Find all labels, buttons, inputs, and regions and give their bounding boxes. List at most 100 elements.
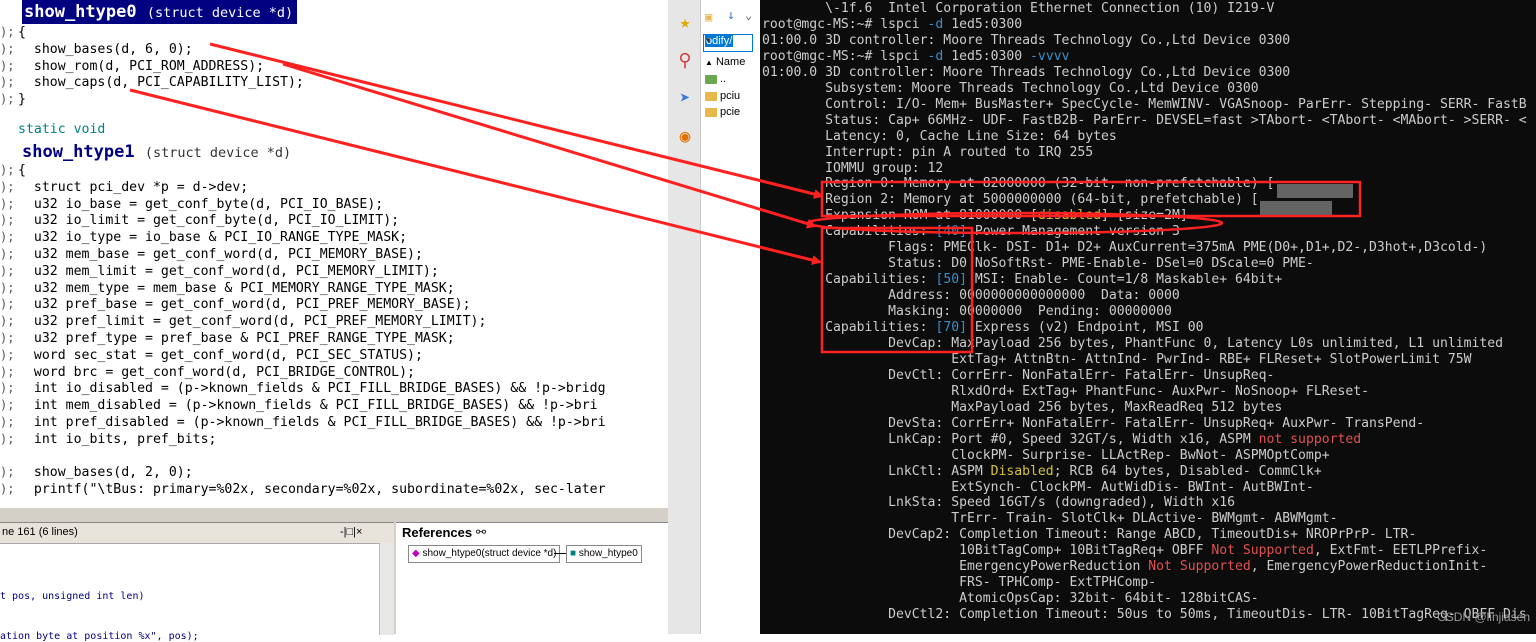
references-panel[interactable]: References ⚯ ◆ show_htype0(struct device… (396, 522, 668, 635)
function-header-show-htype0[interactable]: show_htype0 (struct device *d) (22, 0, 298, 24)
line-number: ); (0, 381, 15, 396)
terminal-line: LnkCap: Port #0, Speed 32GT/s, Width x16… (762, 431, 1362, 447)
code-line[interactable] (0, 448, 668, 465)
address-bar[interactable]: odify/▾ (703, 34, 753, 52)
code-line[interactable]: ); u32 pref_base = get_conf_word(d, PCI_… (0, 296, 668, 313)
line-number: ); (0, 364, 15, 379)
line-number: ); (0, 75, 15, 90)
middle-strip: ★ ⚲ ➤ ◉ ▣ ↓ ⌄ odify/▾ ▲ Name .. pciu pci… (668, 0, 760, 634)
terminal-line: LnkCtl: ASPM Disabled; RCB 64 bytes, Dis… (762, 463, 1322, 479)
code-line[interactable]: ); show_caps(d, PCI_CAPABILITY_LIST); (0, 74, 668, 91)
code-text: word brc = get_conf_word(d, PCI_BRIDGE_C… (18, 364, 415, 380)
terminal-line: FRS- TPHComp- ExtTPHComp- (762, 575, 1157, 591)
star-icon[interactable]: ★ (674, 12, 696, 34)
code-line[interactable]: ); show_bases(d, 2, 0); (0, 464, 668, 481)
code-line[interactable]: ); word sec_stat = get_conf_word(d, PCI_… (0, 347, 668, 364)
function-name: show_htype1 (22, 142, 135, 162)
function-args: (struct device *d) (146, 5, 294, 21)
terminal-line: RlxdOrd+ ExtTag+ PhantFunc- AuxPwr- NoSn… (762, 383, 1369, 399)
download-icon[interactable]: ↓ (727, 8, 735, 23)
line-number: ); (0, 230, 15, 245)
code-text: u32 pref_base = get_conf_word(d, PCI_PRE… (18, 297, 471, 313)
code-line[interactable]: );} (0, 91, 668, 108)
line-number: ); (0, 297, 15, 312)
code-line[interactable]: );{ (0, 24, 668, 41)
code-text: u32 io_type = io_base & PCI_IO_RANGE_TYP… (18, 230, 408, 246)
terminal-line: Region 0: Memory at 82000000 (32-bit, no… (762, 176, 1275, 192)
context-window[interactable]: ne 161 (6 lines) -|□|× t pos, unsigned i… (0, 522, 394, 642)
terminal-line: IOMMU group: 12 (762, 160, 944, 176)
terminal-line: Capabilities: [40] Power Management vers… (762, 224, 1180, 240)
list-item[interactable]: .. (705, 73, 726, 85)
terminal-line: Capabilities: [70] Express (v2) Endpoint… (762, 320, 1204, 335)
code-line[interactable]: ); u32 mem_type = mem_base & PCI_MEMORY_… (0, 280, 668, 297)
code-line[interactable]: ); u32 mem_base = get_conf_word(d, PCI_M… (0, 246, 668, 263)
scrollbar[interactable] (379, 543, 394, 635)
terminal-line: ExtSynch- ClockPM- AutWidDis- BWInt- Aut… (762, 479, 1314, 495)
terminal[interactable]: \-1f.6 Intel Corporation Ethernet Connec… (760, 0, 1536, 634)
line-number: ); (0, 398, 15, 413)
reference-node-target[interactable]: ■ show_htype0 (566, 545, 642, 563)
context-window-header: ne 161 (6 lines) -|□|× (0, 523, 394, 544)
code-line[interactable]: ); printf("\tBus: primary=%02x, secondar… (0, 481, 668, 498)
function-header-show-htype1[interactable]: show_htype1 (struct device *d) (22, 140, 291, 164)
code-text: struct pci_dev *p = d->dev; (18, 179, 249, 195)
terminal-line: EmergencyPowerReduction Not Supported, E… (762, 559, 1488, 575)
code-text: word sec_stat = get_conf_word(d, PCI_SEC… (18, 347, 423, 363)
terminal-line: Address: 0000000000000000 Data: 0000 (762, 288, 1180, 304)
code-text: { (18, 25, 26, 40)
code-line[interactable]: );{ (0, 162, 668, 179)
terminal-line: DevCtl: CorrErr- NonFatalErr- FatalErr- … (762, 367, 1275, 383)
terminal-line: root@mgc-MS:~# lspci -d 1ed5:0300 (762, 16, 1023, 32)
code-text: u32 pref_limit = get_conf_word(d, PCI_PR… (18, 314, 487, 330)
code-line[interactable]: ); int io_disabled = (p->known_fields & … (0, 380, 668, 397)
code-line[interactable]: ); show_rom(d, PCI_ROM_ADDRESS); (0, 58, 668, 75)
code-line[interactable]: ); int pref_disabled = (p->known_fields … (0, 414, 668, 431)
code-line[interactable]: ); word brc = get_conf_word(d, PCI_BRIDG… (0, 364, 668, 381)
line-number: ); (0, 92, 15, 107)
reference-node-caller[interactable]: ◆ show_htype0(struct device *d) (408, 545, 561, 563)
line-number: ); (0, 179, 15, 194)
code-line[interactable]: ); u32 io_base = get_conf_byte(d, PCI_IO… (0, 196, 668, 213)
code-line[interactable]: ); u32 pref_type = pref_base & PCI_PREF_… (0, 330, 668, 347)
code-line[interactable]: ); u32 pref_limit = get_conf_word(d, PCI… (0, 313, 668, 330)
static-keyword: static void (18, 122, 106, 137)
chevron-down-icon[interactable]: ▾ (705, 35, 751, 46)
folder-icon[interactable]: ▣ (705, 10, 712, 24)
window-controls[interactable]: -|□|× (340, 526, 362, 538)
pin-icon[interactable]: ⚲ (674, 50, 696, 72)
code-line[interactable]: ); int io_bits, pref_bits; (0, 431, 668, 448)
code-line[interactable]: ); u32 mem_limit = get_conf_word(d, PCI_… (0, 263, 668, 280)
line-number: ); (0, 247, 15, 261)
list-item[interactable]: pciu (705, 90, 740, 102)
terminal-line: Expansion ROM at 81000000 [disabled] [si… (762, 208, 1188, 224)
relation-icon[interactable]: ⚯ (476, 525, 486, 539)
code-line[interactable]: ); int mem_disabled = (p->known_fields &… (0, 397, 668, 414)
code-line[interactable]: ); u32 io_limit = get_conf_byte(d, PCI_I… (0, 212, 668, 229)
code-line[interactable]: ); show_bases(d, 6, 0); (0, 41, 668, 58)
code-editor[interactable]: show_htype0 (struct device *d) );{); sho… (0, 0, 668, 508)
line-number: ); (0, 58, 15, 73)
terminal-line: DevCtl2: Completion Timeout: 50us to 50m… (762, 607, 1527, 623)
code-text: show_bases(d, 6, 0); (18, 41, 193, 57)
list-item[interactable]: pcie (705, 106, 740, 118)
send-icon[interactable]: ➤ (674, 88, 696, 110)
code-line[interactable]: ); struct pci_dev *p = d->dev; (0, 179, 668, 196)
terminal-line: DevCap: MaxPayload 256 bytes, PhantFunc … (762, 335, 1504, 351)
chevron-down-icon[interactable]: ⌄ (745, 8, 752, 22)
context-window-title: ne 161 (6 lines) (2, 526, 78, 538)
code-text: u32 mem_limit = get_conf_word(d, PCI_MEM… (18, 263, 439, 279)
line-number: ); (0, 347, 15, 362)
column-header-name[interactable]: ▲ Name (705, 56, 745, 68)
line-number: ); (0, 482, 15, 497)
code-line[interactable]: ); u32 io_type = io_base & PCI_IO_RANGE_… (0, 229, 668, 246)
line-number: ); (0, 25, 15, 39)
terminal-line: MaxPayload 256 bytes, MaxReadReq 512 byt… (762, 399, 1283, 415)
file-explorer[interactable]: ▣ ↓ ⌄ odify/▾ ▲ Name .. pciu pcie (701, 0, 760, 634)
terminal-line: Status: Cap+ 66MHz- UDF- FastB2B- ParErr… (762, 112, 1527, 128)
app-icon[interactable]: ◉ (674, 126, 696, 148)
terminal-line: root@mgc-MS:~# lspci -d 1ed5:0300 -vvvv (762, 48, 1070, 64)
terminal-line: 10BitTagComp+ 10BitTagReq+ OBFF Not Supp… (762, 543, 1488, 559)
code-text: show_caps(d, PCI_CAPABILITY_LIST); (18, 75, 304, 91)
code-text: u32 mem_base = get_conf_word(d, PCI_MEMO… (18, 247, 423, 262)
